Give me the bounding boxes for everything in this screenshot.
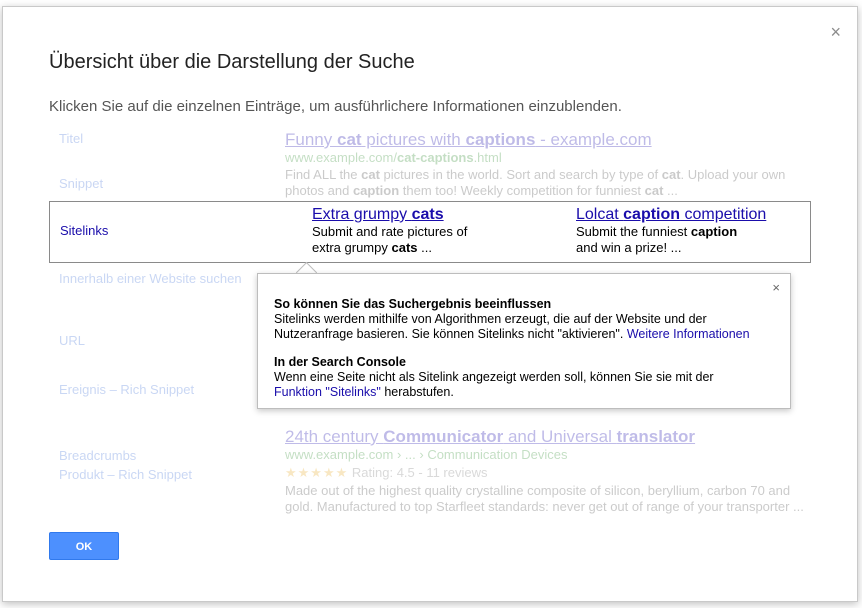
info-popup: × So können Sie das Suchergebnis beeinfl… <box>257 273 791 409</box>
dialog-subtitle: Klicken Sie auf die einzelnen Einträge, … <box>49 98 622 115</box>
sitelink-1[interactable]: Extra grumpy cats Submit and rate pictur… <box>312 207 467 256</box>
more-info-link[interactable]: Weitere Informationen <box>627 327 750 341</box>
popup-text-1: Sitelinks werden mithilfe von Algorithme… <box>274 312 750 341</box>
popup-close-icon[interactable]: × <box>772 280 780 295</box>
result2-snippet: Made out of the highest quality crystall… <box>285 483 804 514</box>
result2-rating: ★★★★★ Rating: 4.5 - 11 reviews <box>285 465 488 480</box>
popup-heading-1: So können Sie das Suchergebnis beeinflus… <box>274 297 552 311</box>
close-icon[interactable]: × <box>830 23 841 41</box>
dialog-title: Übersicht über die Darstellung der Suche <box>49 51 415 73</box>
label-site-search[interactable]: Innerhalb einer Website suchen <box>59 271 242 286</box>
sitelink-1-title: Extra grumpy cats <box>312 206 444 223</box>
label-event[interactable]: Ereignis – Rich Snippet <box>59 382 194 397</box>
sitelink-2-desc: Submit the funniest caption and win a pri… <box>576 224 738 255</box>
search-appearance-dialog: × Übersicht über die Darstellung der Suc… <box>2 6 858 602</box>
result1-title[interactable]: Funny cat pictures with captions - examp… <box>285 130 652 150</box>
label-product[interactable]: Produkt – Rich Snippet <box>59 467 192 482</box>
result2-url: www.example.com › ... › Communication De… <box>285 447 568 462</box>
sitelinks-function-link[interactable]: Funktion "Sitelinks" <box>274 385 381 399</box>
result1-url: www.example.com/cat-captions.html <box>285 150 502 165</box>
sitelink-1-desc: Submit and rate pictures of extra grumpy … <box>312 224 468 255</box>
sitelinks-highlight[interactable]: Sitelinks Extra grumpy cats Submit and r… <box>49 201 811 263</box>
label-titel[interactable]: Titel <box>59 131 83 146</box>
sitelink-2[interactable]: Lolcat caption competition Submit the fu… <box>576 207 766 256</box>
ok-button[interactable]: OK <box>49 532 119 560</box>
label-snippet[interactable]: Snippet <box>59 176 103 191</box>
popup-text-2: Wenn eine Seite nicht als Sitelink angez… <box>274 370 714 399</box>
popup-heading-2: In der Search Console <box>274 355 406 369</box>
label-sitelinks[interactable]: Sitelinks <box>60 223 108 238</box>
label-breadcrumbs[interactable]: Breadcrumbs <box>59 448 136 463</box>
result2-title[interactable]: 24th century Communicator and Universal … <box>285 427 695 447</box>
result1-snippet: Find ALL the cat pictures in the world. … <box>285 167 786 198</box>
label-url[interactable]: URL <box>59 333 85 348</box>
rating-stars-icon: ★★★★★ <box>285 465 349 480</box>
sitelink-2-title: Lolcat caption competition <box>576 206 767 223</box>
